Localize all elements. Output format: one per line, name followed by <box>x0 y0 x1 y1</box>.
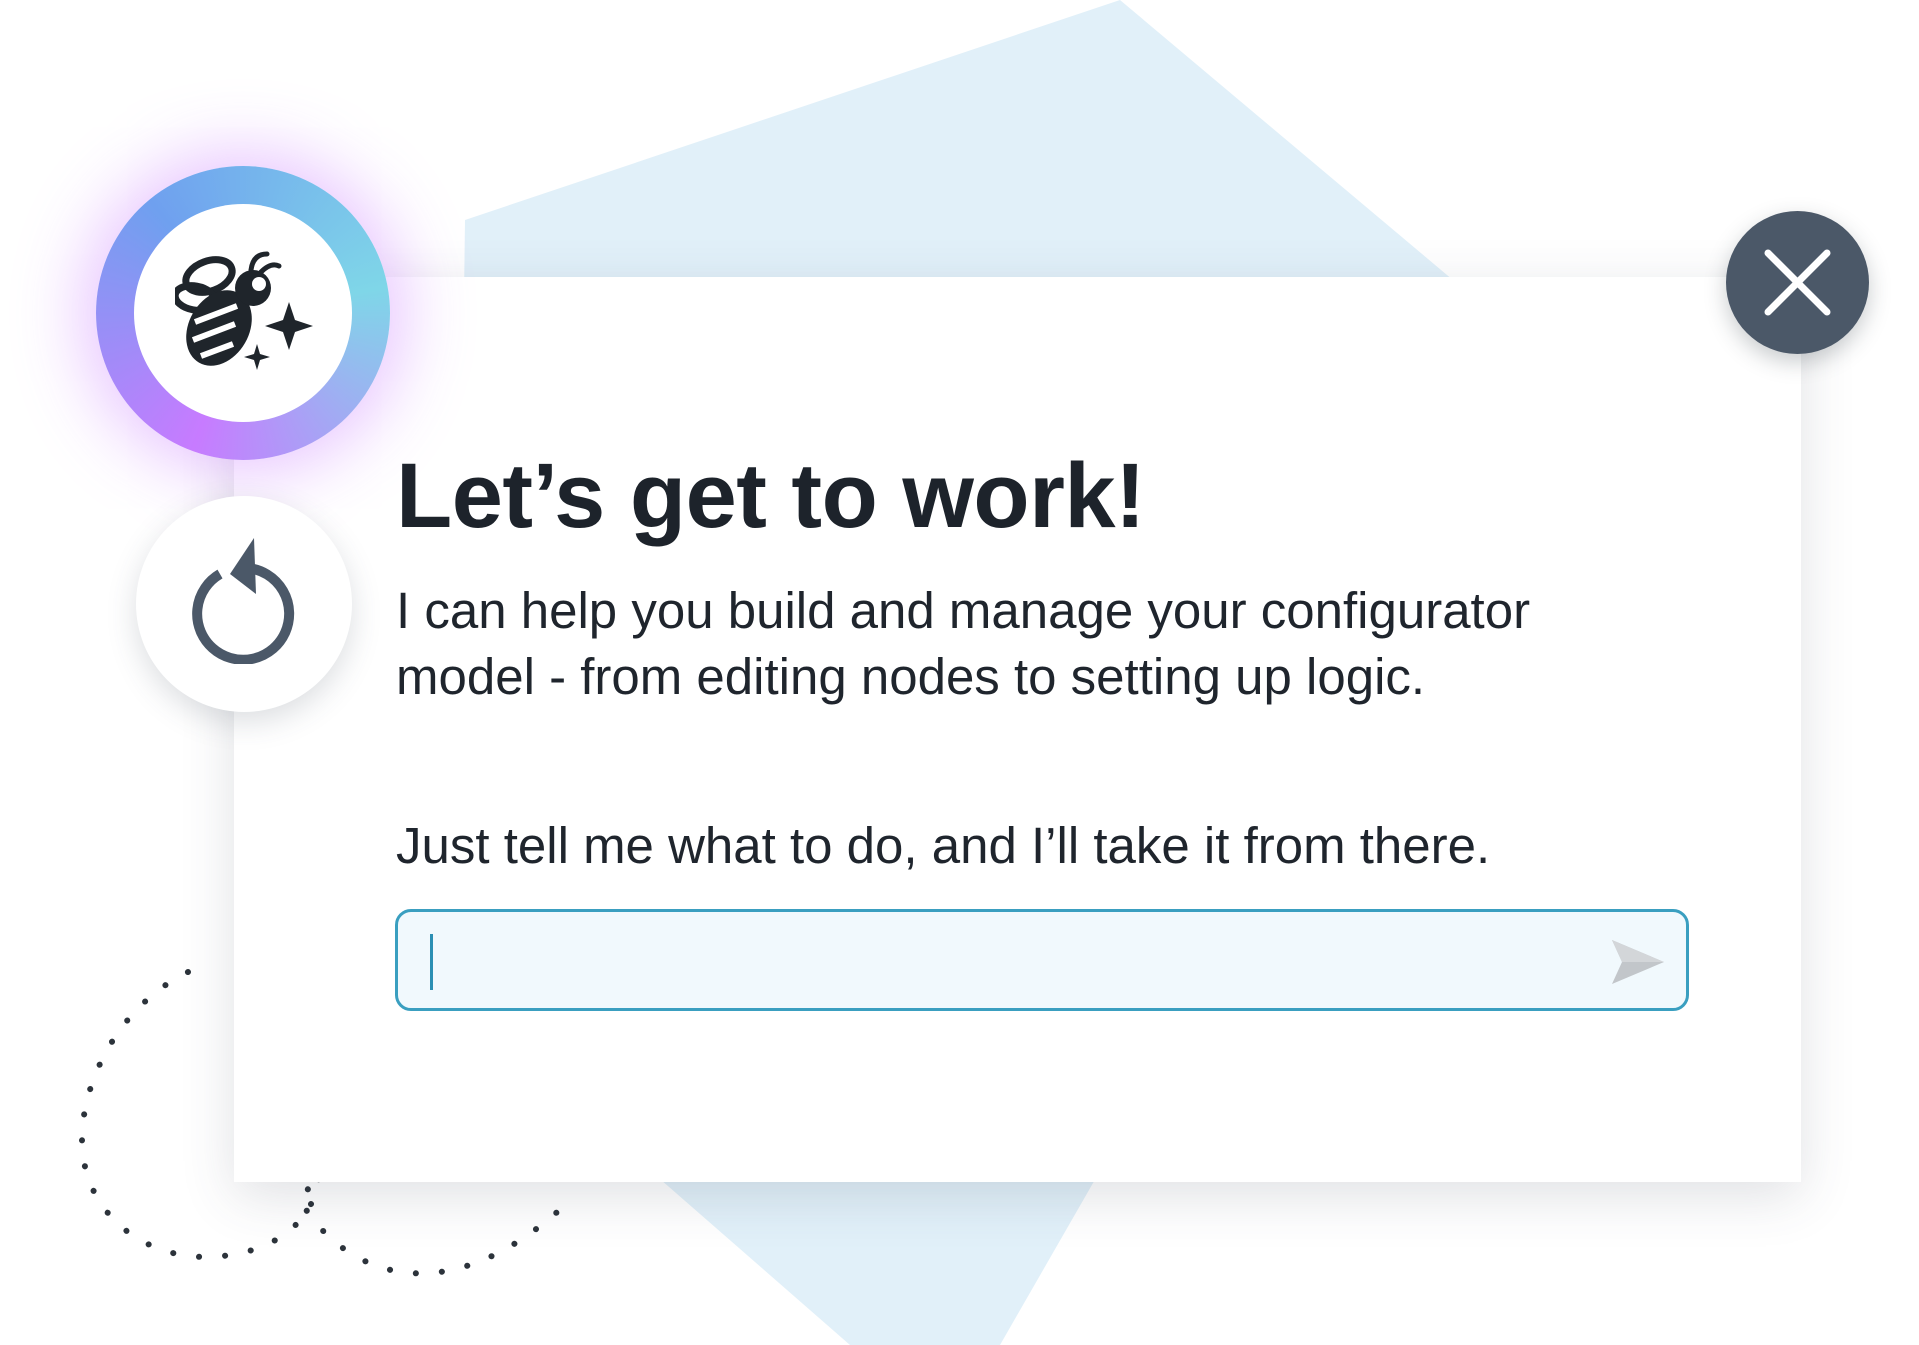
bee-sparkle-icon <box>175 251 313 370</box>
send-icon <box>1612 940 1664 984</box>
avatar-inner <box>134 204 352 422</box>
chat-input[interactable] <box>428 912 1582 1010</box>
assistant-welcome-stage: Let’s get to work! I can help you build … <box>0 0 1919 1345</box>
refresh-icon <box>192 538 295 664</box>
refresh-button[interactable] <box>136 496 352 712</box>
close-button[interactable] <box>1726 211 1869 354</box>
dialog-description: I can help you build and manage your con… <box>396 582 1531 705</box>
assistant-avatar <box>96 166 390 460</box>
assistant-dialog <box>234 277 1801 1182</box>
send-button[interactable] <box>1608 934 1668 990</box>
text-caret <box>430 934 433 990</box>
dialog-instruction: Just tell me what to do, and I’ll take i… <box>396 817 1491 874</box>
chat-input-container <box>395 909 1689 1011</box>
dialog-title: Let’s get to work! <box>396 445 1146 547</box>
close-icon <box>1764 249 1831 316</box>
